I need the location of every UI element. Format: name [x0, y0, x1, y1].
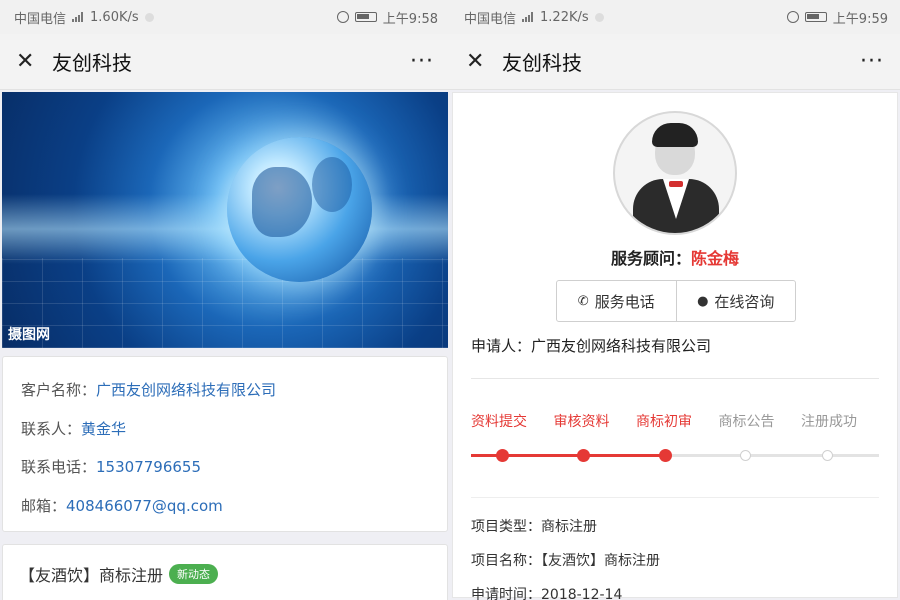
client-name-row: 客户名称：广西友创网络科技有限公司: [21, 381, 277, 399]
news-title: 【友酒饮】商标注册: [19, 566, 164, 585]
project-name: 项目名称：【友酒饮】商标注册: [471, 553, 660, 569]
nav-bar: ✕ 友创科技 ···: [450, 34, 900, 90]
news-item[interactable]: 【友酒饮】商标注册 新动态: [2, 544, 448, 600]
step-label: 商标初审: [636, 414, 692, 430]
apply-time: 申请时间：2018-12-14: [471, 587, 623, 600]
step-dot: [821, 450, 833, 461]
left-screen: 中国电信 1.60K/s 上午9:58 ✕ 友创科技 ··· 摄图网 客户名称：…: [0, 0, 450, 600]
clock-text: 上午9:58: [382, 11, 438, 27]
news-badge: 新动态: [169, 564, 219, 584]
contact-row: 联系人：黄金华: [21, 419, 127, 438]
page-title: 友创科技: [52, 51, 132, 75]
service-phone-button[interactable]: ✆ 服务电话: [557, 281, 676, 321]
clock-text: 上午9:59: [832, 11, 888, 27]
online-consult-button[interactable]: ● 在线咨询: [675, 281, 796, 321]
chat-icon: ●: [697, 293, 709, 309]
carrier-text: 中国电信: [14, 11, 67, 27]
battery-icon: [804, 12, 827, 22]
battery-icon: [354, 12, 377, 22]
banner-watermark: 摄图网: [8, 327, 50, 343]
step-label: 商标公告: [718, 414, 775, 430]
right-screen: 中国电信 1.22K/s 上午9:59 ✕ 友创科技 ··· 服务顾问：陈金梅: [450, 0, 900, 600]
email-row[interactable]: 邮箱：408466077@qq.com: [21, 487, 429, 526]
signal-icon: [72, 12, 84, 22]
page-title: 友创科技: [502, 51, 582, 75]
email-link[interactable]: 408466077@qq.com: [66, 497, 223, 515]
progress-steps: 资料提交 审核资料 商标初审 商标公告 注册成功: [471, 411, 879, 465]
network-speed: 1.22K/s: [540, 9, 589, 25]
notification-icon: [144, 12, 154, 22]
step-dot: [495, 449, 509, 462]
carrier-text: 中国电信: [464, 11, 517, 27]
step-dot: [577, 449, 590, 462]
step-dot: [658, 449, 672, 462]
advisor-name: 陈金梅: [691, 249, 740, 268]
contact-button-group: ✆ 服务电话 ● 在线咨询: [556, 280, 796, 322]
status-bar: 中国电信 1.60K/s 上午9:58: [0, 0, 450, 34]
more-menu-icon[interactable]: ···: [410, 49, 434, 74]
advisor-label: 服务顾问：: [610, 249, 691, 268]
step-label: 审核资料: [553, 414, 610, 430]
status-bar: 中国电信 1.22K/s 上午9:59: [450, 0, 900, 34]
order-card: 服务顾问：陈金梅 ✆ 服务电话 ● 在线咨询 申请人：广西友创网络科技有限公司 …: [452, 92, 898, 600]
alarm-icon: [786, 11, 799, 23]
phone-link[interactable]: 15307796655: [96, 458, 201, 476]
signal-icon: [522, 12, 534, 22]
close-icon[interactable]: ✕: [16, 49, 42, 74]
notification-icon: [594, 12, 604, 22]
contact-value: 黄金华: [81, 419, 127, 438]
client-name-value: 广西友创网络科技有限公司: [96, 381, 277, 399]
step-label: 资料提交: [471, 414, 527, 430]
divider: [471, 497, 879, 498]
nav-bar: ✕ 友创科技 ···: [0, 34, 450, 90]
close-icon[interactable]: ✕: [466, 49, 492, 74]
client-info-card: 客户名称：广西友创网络科技有限公司 联系人：黄金华 联系电话：153077966…: [2, 356, 448, 532]
banner-image: 摄图网: [2, 92, 448, 348]
advisor-avatar: [613, 111, 737, 235]
network-speed: 1.60K/s: [90, 9, 139, 25]
phone-row[interactable]: 联系电话：15307796655: [21, 448, 429, 487]
project-type: 项目类型：商标注册: [471, 519, 597, 535]
step-dot: [740, 450, 751, 461]
step-label: 注册成功: [801, 414, 857, 430]
phone-icon: ✆: [577, 293, 589, 309]
alarm-icon: [336, 11, 349, 23]
applicant-text: 申请人：广西友创网络科技有限公司: [471, 337, 712, 355]
advisor-line: 服务顾问：陈金梅: [453, 245, 897, 269]
more-menu-icon[interactable]: ···: [860, 49, 884, 74]
divider: [471, 378, 879, 379]
globe-graphic: [227, 137, 372, 282]
